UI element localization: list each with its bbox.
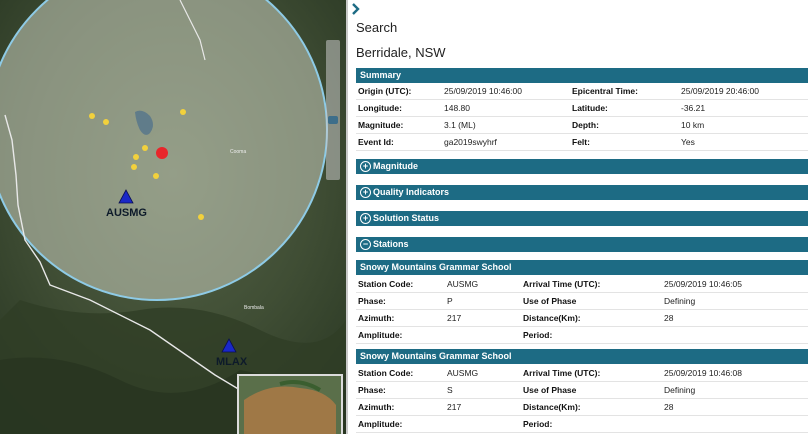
map-view[interactable]: AUSMG MLAX Cooma Bombala [0, 0, 346, 434]
field-value: 148.80 [444, 103, 470, 113]
field-value: AUSMG [447, 279, 479, 289]
field-label: Distance(Km): [523, 402, 581, 412]
section-stations[interactable]: − Stations [356, 237, 808, 252]
field-label: Amplitude: [358, 330, 403, 340]
place-label-cooma: Cooma [230, 149, 247, 155]
row-divider [356, 415, 808, 416]
row-divider [356, 398, 808, 399]
field-value: 28 [664, 402, 674, 412]
field-label: Felt: [572, 137, 590, 147]
place-label-bombala: Bombala [244, 305, 264, 311]
plus-icon: + [360, 161, 371, 172]
station-label-mlax: MLAX [216, 356, 248, 368]
field-label: Origin (UTC): [358, 86, 412, 96]
station-header: Snowy Mountains Grammar School [356, 260, 808, 275]
location-title: Berridale, NSW [356, 45, 446, 60]
field-value: 217 [447, 313, 462, 323]
plus-icon: + [360, 213, 371, 224]
section-label: Quality Indicators [373, 187, 450, 197]
field-value: S [447, 385, 453, 395]
field-value: 25/09/2019 10:46:08 [664, 368, 742, 378]
row-divider [356, 150, 808, 151]
field-value: Defining [664, 385, 696, 395]
section-label: Solution Status [373, 213, 439, 223]
field-label: Depth: [572, 120, 599, 130]
field-label: Distance(Km): [523, 313, 581, 323]
epicenter-marker [156, 147, 168, 159]
field-label: Station Code: [358, 368, 414, 378]
field-value: 28 [664, 313, 674, 323]
field-value: AUSMG [447, 368, 479, 378]
panel-title: Search [356, 20, 398, 35]
chevron-right-icon[interactable] [351, 3, 361, 15]
event-dot [180, 109, 186, 115]
field-label: Longitude: [358, 103, 402, 113]
field-value: 25/09/2019 10:46:05 [664, 279, 742, 289]
section-solution-status[interactable]: + Solution Status [356, 211, 808, 226]
field-label: Use of Phase [523, 296, 577, 306]
field-value: Yes [681, 137, 695, 147]
field-label: Arrival Time (UTC): [523, 368, 601, 378]
event-dot [133, 154, 139, 160]
field-value: 25/09/2019 20:46:00 [681, 86, 759, 96]
field-label: Epicentral Time: [572, 86, 638, 96]
section-label: Stations [373, 239, 409, 249]
event-dot [131, 164, 137, 170]
event-dot [142, 145, 148, 151]
row-divider [356, 326, 808, 327]
row-divider [356, 116, 808, 117]
row-divider [356, 133, 808, 134]
field-label: Latitude: [572, 103, 608, 113]
field-value: 10 km [681, 120, 705, 130]
field-label: Event Id: [358, 137, 394, 147]
field-value: Defining [664, 296, 696, 306]
map-zoom-slider-thumb[interactable] [328, 116, 338, 124]
row-divider [356, 432, 808, 433]
minus-icon: − [360, 239, 371, 250]
event-dot [103, 119, 109, 125]
field-label: Amplitude: [358, 419, 403, 429]
map-zoom-slider[interactable] [326, 40, 340, 180]
event-dot [89, 113, 95, 119]
field-value: P [447, 296, 453, 306]
station-header: Snowy Mountains Grammar School [356, 349, 808, 364]
field-label: Magnitude: [358, 120, 404, 130]
row-divider [356, 99, 808, 100]
section-quality-indicators[interactable]: + Quality Indicators [356, 185, 808, 200]
event-dot [153, 173, 159, 179]
row-divider [356, 292, 808, 293]
field-label: Azimuth: [358, 313, 395, 323]
field-value: -36.21 [681, 103, 706, 113]
field-label: Use of Phase [523, 385, 577, 395]
field-label: Period: [523, 419, 553, 429]
section-label: Magnitude [373, 161, 418, 171]
field-value: ga2019swyhrf [444, 137, 497, 147]
row-divider [356, 381, 808, 382]
event-dot [198, 214, 204, 220]
field-value: 217 [447, 402, 462, 412]
field-label: Period: [523, 330, 553, 340]
row-divider [356, 309, 808, 310]
section-magnitude[interactable]: + Magnitude [356, 159, 808, 174]
field-value: 3.1 (ML) [444, 120, 476, 130]
field-label: Phase: [358, 385, 386, 395]
station-label-ausmg: AUSMG [106, 207, 147, 219]
summary-header: Summary [356, 68, 808, 83]
row-divider [356, 343, 808, 344]
field-label: Arrival Time (UTC): [523, 279, 601, 289]
plus-icon: + [360, 187, 371, 198]
field-value: 25/09/2019 10:46:00 [444, 86, 522, 96]
field-label: Azimuth: [358, 402, 395, 412]
search-panel: Search Berridale, NSW Summary + Magnitude… [348, 0, 810, 434]
field-label: Phase: [358, 296, 386, 306]
field-label: Station Code: [358, 279, 414, 289]
